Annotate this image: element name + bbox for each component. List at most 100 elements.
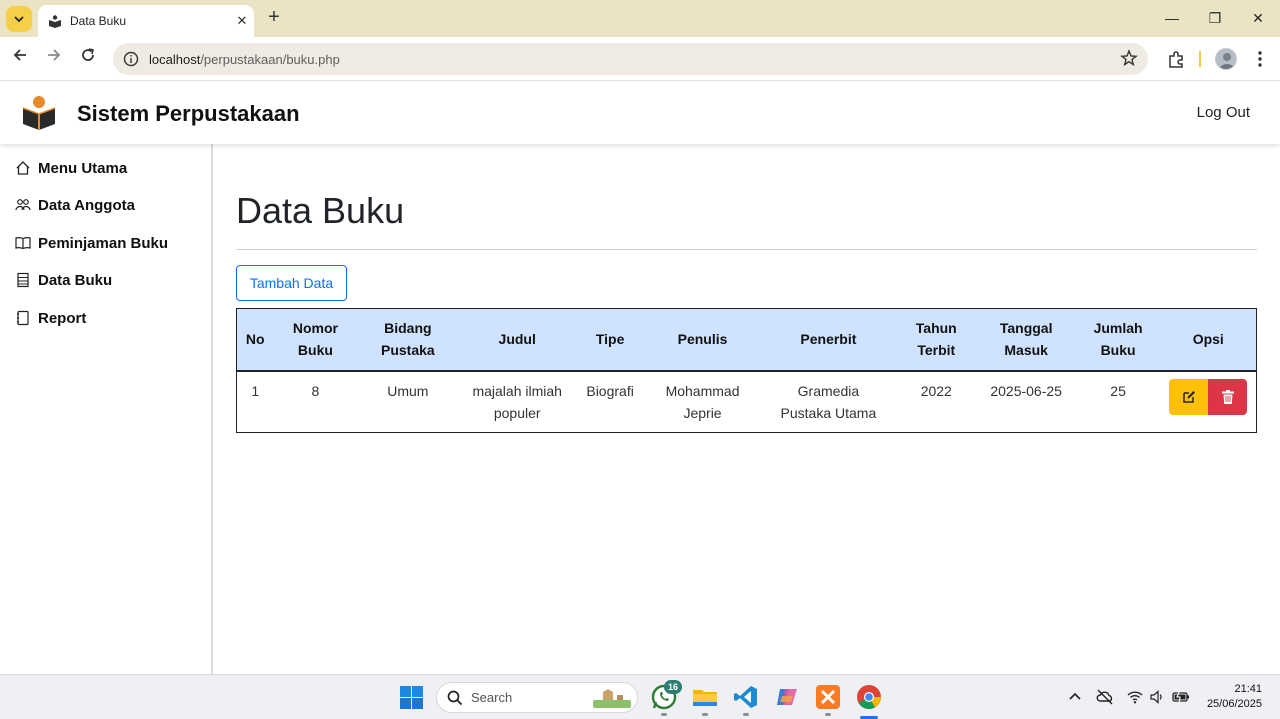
copilot-icon[interactable] (774, 684, 800, 710)
restore-button[interactable]: ❐ (1195, 5, 1235, 31)
column-header-opsi: Opsi (1160, 308, 1257, 372)
tab-title: Data Buku (70, 14, 127, 28)
cell-penulis: Mohammad Jeprie (665, 382, 740, 421)
browser-tab-bar: Data Buku ✕ + — ❐ ✕ (0, 0, 1280, 37)
arrow-left-icon (13, 49, 26, 61)
table-header-row: No Nomor Buku Bidang Pustaka Judul Tipe Pe… (236, 308, 1257, 372)
taskbar-clock[interactable]: 21:41 25/06/2025 (1207, 682, 1262, 712)
logout-link[interactable]: Log Out (1197, 104, 1250, 121)
cell-bidang-pustaka: Umum (387, 382, 429, 399)
windows-taskbar: Search 21:41 25/06/2025 (0, 674, 1280, 719)
back-button[interactable] (8, 47, 32, 71)
home-icon (16, 161, 30, 175)
reload-icon (82, 48, 94, 61)
search-icon (447, 690, 463, 705)
pencil-square-icon (1183, 390, 1195, 403)
cell-tipe: Biografi (586, 382, 634, 399)
bookmark-star-icon[interactable] (1120, 49, 1138, 67)
wifi-icon[interactable] (1127, 689, 1143, 705)
running-indicator (702, 713, 708, 716)
sidebar-item-label: Report (38, 309, 87, 327)
people-icon (15, 199, 31, 211)
table-row: 1 8 Umum majalah ilmiah populer Biografi … (237, 371, 1257, 433)
title-divider (236, 249, 1257, 250)
browser-toolbar: localhost/perpustakaan/buku.php (0, 37, 1280, 81)
arrow-right-icon (48, 49, 61, 61)
whatsapp-notification-badge: 16 (664, 680, 682, 694)
forward-button[interactable] (42, 47, 66, 71)
person-avatar-icon (1216, 49, 1236, 69)
journal-icon (17, 310, 29, 326)
trash-icon (1221, 389, 1234, 404)
sidebar-item-label: Data Buku (38, 271, 113, 289)
cell-opsi (1161, 371, 1257, 433)
column-header-jumlah-buku: Jumlah Buku (1075, 308, 1161, 372)
windows-start-icon[interactable] (400, 686, 423, 709)
cell-tanggal-masuk: 2025-06-25 (990, 382, 1062, 399)
running-indicator (825, 713, 831, 716)
tambah-data-button[interactable]: Tambah Data (236, 265, 347, 301)
clock-date: 25/06/2025 (1206, 698, 1262, 710)
column-header-tipe: Tipe (576, 308, 645, 372)
tab-close-icon[interactable]: ✕ (230, 13, 254, 29)
column-header-bidang-pustaka: Bidang Pustaka (357, 308, 459, 372)
edit-button[interactable] (1169, 378, 1209, 415)
running-indicator (661, 713, 667, 716)
page-title: Data Buku (236, 190, 405, 231)
file-explorer-icon[interactable] (692, 684, 718, 710)
running-indicator (743, 713, 749, 716)
clock-time: 21:41 (1234, 683, 1262, 695)
url-text: localhost/perpustakaan/buku.php (149, 51, 340, 67)
minimize-button[interactable]: — (1152, 5, 1192, 31)
column-header-tanggal-masuk: Tanggal Masuk (976, 308, 1076, 372)
vscode-icon[interactable] (733, 684, 759, 710)
book-open-icon (15, 237, 31, 250)
browser-tab[interactable]: Data Buku ✕ (38, 5, 254, 37)
sidebar-item-report[interactable]: Report (15, 306, 86, 330)
cell-nomor-buku: 8 (311, 382, 320, 399)
cell-penerbit: Gramedia Pustaka Utama (780, 382, 877, 421)
volume-icon[interactable] (1149, 689, 1165, 705)
chrome-icon[interactable] (856, 684, 882, 710)
cell-jumlah-buku: 25 (1110, 382, 1126, 399)
sidebar-item-data-buku[interactable]: Data Buku (15, 268, 112, 292)
column-header-nomor-buku: Nomor Buku (273, 308, 358, 372)
more-vertical-icon[interactable] (1250, 49, 1270, 69)
delete-button[interactable] (1208, 378, 1248, 415)
column-header-penerbit: Penerbit (760, 308, 896, 372)
app-header: Sistem Perpustakaan Log Out (0, 82, 1280, 144)
profile-avatar[interactable] (1215, 48, 1237, 70)
tab-search-button[interactable] (6, 6, 32, 32)
address-bar[interactable]: localhost/perpustakaan/buku.php (113, 43, 1148, 75)
column-header-tahun-terbit: Tahun Terbit (895, 308, 977, 372)
column-header-penulis: Penulis (644, 308, 761, 372)
search-placeholder: Search (471, 690, 513, 705)
cell-tahun-terbit: 2022 (920, 382, 952, 399)
site-info-icon[interactable] (123, 51, 139, 67)
xampp-icon[interactable] (815, 684, 841, 710)
sidebar: Menu Utama Data Anggota Peminjaman Buku … (0, 144, 213, 674)
cell-judul: majalah ilmiah populer (472, 382, 562, 421)
sidebar-item-label: Peminjaman Buku (38, 234, 169, 252)
list-icon (17, 272, 29, 288)
sidebar-item-data-anggota[interactable]: Data Anggota (15, 193, 135, 217)
close-window-button[interactable]: ✕ (1238, 5, 1278, 31)
cell-no: 1 (251, 382, 260, 399)
toolbar-divider (1199, 51, 1201, 67)
column-header-no: No (236, 308, 274, 372)
reload-button[interactable] (76, 47, 100, 71)
chevron-down-icon (14, 16, 24, 23)
library-logo-icon (22, 96, 56, 130)
column-header-judul: Judul (458, 308, 577, 372)
app-brand-title: Sistem Perpustakaan (77, 101, 300, 126)
sidebar-item-label: Menu Utama (38, 159, 128, 177)
sidebar-item-menu-utama[interactable]: Menu Utama (15, 156, 127, 180)
new-tab-button[interactable]: + (262, 6, 286, 30)
search-highlight-icon (593, 689, 631, 708)
extensions-puzzle-icon[interactable] (1166, 49, 1186, 69)
sidebar-item-peminjaman-buku[interactable]: Peminjaman Buku (15, 231, 168, 255)
chevron-up-icon[interactable] (1068, 690, 1082, 704)
cloud-offline-icon[interactable] (1096, 688, 1114, 706)
taskbar-search[interactable]: Search (436, 682, 638, 713)
battery-charging-icon[interactable] (1172, 689, 1190, 705)
